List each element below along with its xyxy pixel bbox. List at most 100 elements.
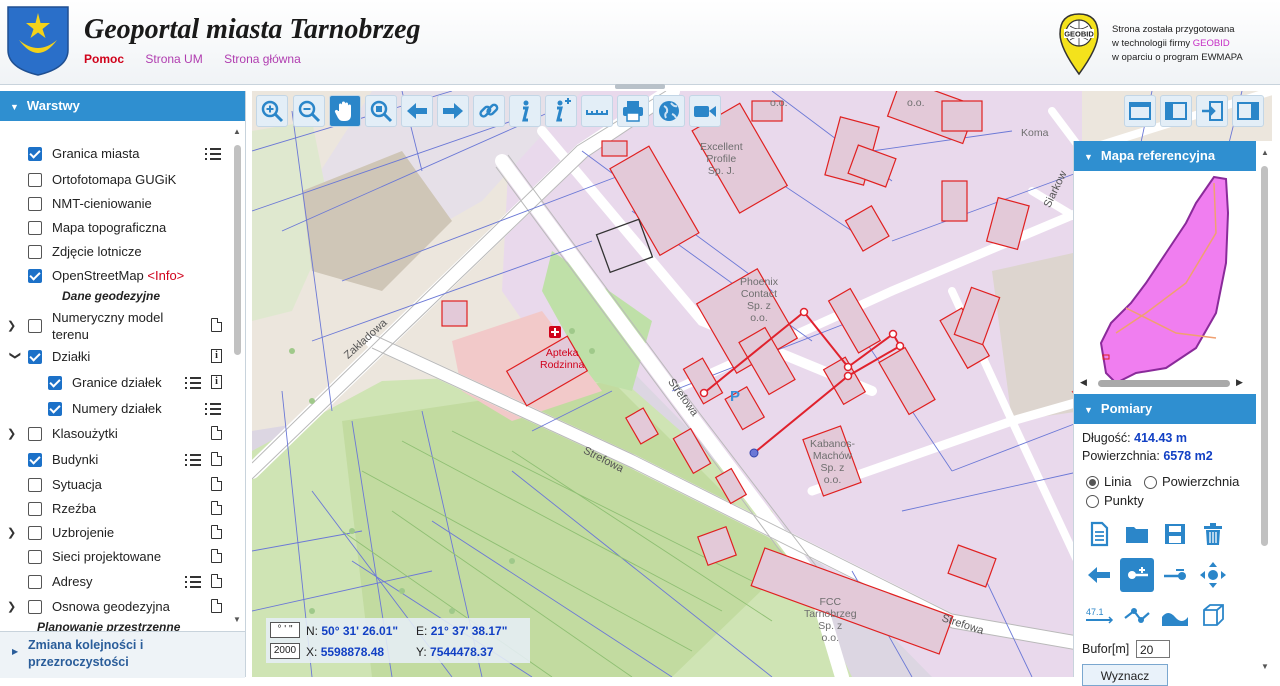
- polyline-button[interactable]: [1120, 598, 1154, 632]
- layer-checkbox[interactable]: [28, 575, 42, 589]
- document-icon[interactable]: [211, 426, 222, 440]
- document-icon[interactable]: [211, 318, 222, 332]
- layer-budynki[interactable]: Budynki: [0, 448, 232, 472]
- reference-map-scrollbar[interactable]: ◀ ▶: [1080, 377, 1246, 388]
- layer-checkbox[interactable]: [28, 221, 42, 235]
- layer-sytuacja[interactable]: Sytuacja: [0, 473, 232, 497]
- layer-ortofotomapa[interactable]: Ortofotomapa GUGiK: [0, 168, 232, 192]
- help-link[interactable]: Pomoc: [84, 52, 124, 66]
- reference-map[interactable]: [1076, 173, 1254, 391]
- open-measure-button[interactable]: [1120, 517, 1154, 551]
- document-icon[interactable]: [211, 501, 222, 515]
- layer-checkbox[interactable]: [28, 478, 42, 492]
- collapse-icon[interactable]: ▼: [10, 92, 19, 122]
- legend-list-icon[interactable]: [185, 377, 201, 393]
- save-measure-button[interactable]: [1158, 517, 1192, 551]
- layer-granice-dzialek[interactable]: Granice działek i: [0, 371, 232, 395]
- layer-zdjecie-lotnicze[interactable]: Zdjęcie lotnicze: [0, 240, 232, 264]
- layers-panel-header[interactable]: ▼ Warstwy: [0, 91, 245, 121]
- identify-extended-button[interactable]: [545, 95, 577, 127]
- legend-list-icon[interactable]: [185, 576, 201, 592]
- layer-checkbox[interactable]: [28, 526, 42, 540]
- layer-openstreetmap[interactable]: OpenStreetMap <Info>: [0, 264, 232, 288]
- layer-rzezba[interactable]: Rzeźba: [0, 497, 232, 521]
- mode-line-radio[interactable]: [1086, 476, 1099, 489]
- layer-nmt-cieniowanie[interactable]: NMT-cieniowanie: [0, 192, 232, 216]
- mode-area-radio[interactable]: [1144, 476, 1157, 489]
- document-icon[interactable]: [211, 477, 222, 491]
- reference-map-header[interactable]: ▼ Mapa referencyjna: [1074, 141, 1256, 171]
- undo-point-button[interactable]: [1082, 558, 1116, 592]
- remove-point-button[interactable]: [1158, 558, 1192, 592]
- info-icon[interactable]: i: [211, 349, 222, 363]
- volume-button[interactable]: [1196, 598, 1230, 632]
- expand-icon[interactable]: ❯: [7, 521, 19, 545]
- add-point-button[interactable]: [1120, 558, 1154, 592]
- layer-checkbox[interactable]: [28, 245, 42, 259]
- zoom-extent-button[interactable]: [365, 95, 397, 127]
- measurements-header[interactable]: ▼ Pomiary: [1074, 394, 1256, 424]
- compute-buffer-button[interactable]: Wyznacz: [1082, 664, 1168, 686]
- layer-checkbox[interactable]: [28, 502, 42, 516]
- next-view-button[interactable]: [437, 95, 469, 127]
- layer-checkbox[interactable]: [48, 402, 62, 416]
- expand-icon[interactable]: ❯: [7, 314, 19, 338]
- document-icon[interactable]: [211, 574, 222, 588]
- layout-full-button[interactable]: [1124, 95, 1156, 127]
- layer-checkbox[interactable]: [28, 197, 42, 211]
- layer-checkbox[interactable]: [28, 147, 42, 161]
- layer-uzbrojenie[interactable]: ❯ Uzbrojenie: [0, 521, 232, 545]
- layers-scrollbar[interactable]: ▲ ▼: [232, 123, 244, 624]
- info-link[interactable]: <Info>: [147, 268, 184, 283]
- print-button[interactable]: [617, 95, 649, 127]
- layer-checkbox[interactable]: [28, 453, 42, 467]
- scroll-down-icon[interactable]: ▼: [1261, 662, 1269, 671]
- legend-list-icon[interactable]: [205, 148, 221, 164]
- new-measure-button[interactable]: [1082, 517, 1116, 551]
- scroll-thumb[interactable]: [234, 145, 241, 355]
- header-splitter-handle[interactable]: [615, 84, 665, 89]
- zoom-in-button[interactable]: [256, 95, 288, 127]
- scroll-up-icon[interactable]: ▲: [233, 127, 241, 136]
- document-icon[interactable]: [211, 599, 222, 613]
- exit-button[interactable]: [1196, 95, 1228, 127]
- scroll-right-icon[interactable]: ▶: [1236, 377, 1243, 388]
- pan-button[interactable]: [329, 95, 361, 127]
- coord-format-button[interactable]: ° ' ": [270, 622, 300, 638]
- identify-button[interactable]: [509, 95, 541, 127]
- curve-button[interactable]: [1158, 598, 1192, 632]
- globe-button[interactable]: [653, 95, 685, 127]
- credits-geobid-link[interactable]: GEOBID: [1193, 38, 1230, 49]
- scroll-thumb[interactable]: [1098, 380, 1230, 387]
- scroll-down-icon[interactable]: ▼: [233, 615, 241, 624]
- layer-adresy[interactable]: Adresy: [0, 570, 232, 594]
- scale-button[interactable]: 2000: [270, 643, 300, 659]
- home-page-link[interactable]: Strona główna: [224, 52, 301, 66]
- layer-checkbox[interactable]: [28, 600, 42, 614]
- right-panel-scrollbar[interactable]: ▲ ▼: [1259, 144, 1271, 677]
- layer-order-panel[interactable]: ▶ Zmiana kolejności i przezroczystości: [0, 631, 245, 678]
- scroll-thumb[interactable]: [1261, 166, 1268, 546]
- city-office-link[interactable]: Strona UM: [145, 52, 202, 66]
- document-icon[interactable]: [211, 525, 222, 539]
- scroll-left-icon[interactable]: ◀: [1080, 377, 1087, 388]
- layout-left-panel-button[interactable]: [1160, 95, 1192, 127]
- video-button[interactable]: [689, 95, 721, 127]
- value-label-button[interactable]: 47.1: [1082, 598, 1116, 632]
- layer-checkbox[interactable]: [28, 427, 42, 441]
- layer-sieci-projektowane[interactable]: Sieci projektowane: [0, 545, 232, 569]
- layer-mapa-topograficzna[interactable]: Mapa topograficzna: [0, 216, 232, 240]
- expand-icon[interactable]: ▶: [12, 647, 18, 656]
- layer-osnowa-geodezyjna[interactable]: ❯ Osnowa geodezyjna: [0, 595, 232, 619]
- expand-icon[interactable]: ❯: [7, 422, 19, 446]
- layer-checkbox[interactable]: [28, 173, 42, 187]
- collapse-icon[interactable]: ❯: [3, 351, 27, 363]
- document-icon[interactable]: [211, 452, 222, 466]
- geobid-logo[interactable]: GEOBID: [1058, 12, 1100, 76]
- zoom-out-button[interactable]: [293, 95, 325, 127]
- expand-icon[interactable]: ❯: [7, 595, 19, 619]
- scroll-up-icon[interactable]: ▲: [1261, 148, 1269, 157]
- legend-list-icon[interactable]: [185, 454, 201, 470]
- layer-checkbox[interactable]: [28, 269, 42, 283]
- document-icon[interactable]: [211, 549, 222, 563]
